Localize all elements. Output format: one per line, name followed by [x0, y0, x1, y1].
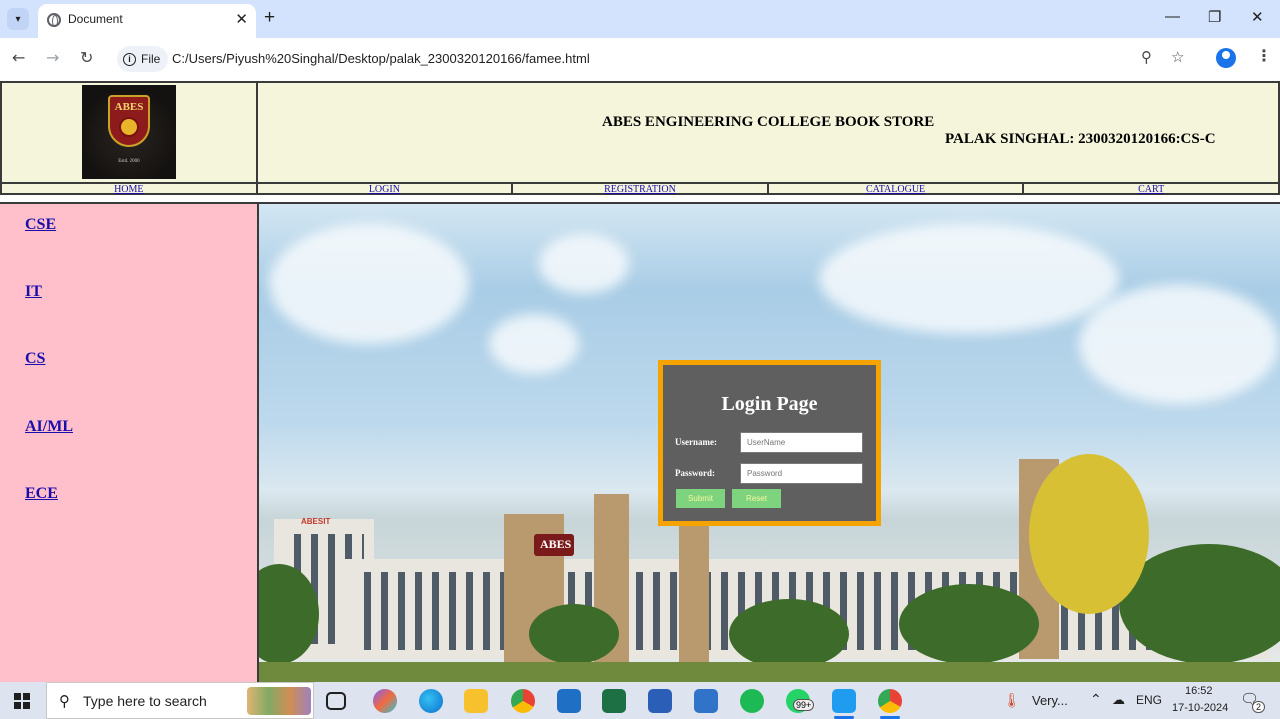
- nav-link-cart[interactable]: CART: [1138, 184, 1164, 195]
- taskbar-search-box[interactable]: ⚲ Type here to search: [46, 682, 314, 719]
- cloud: [539, 234, 629, 294]
- yellow-tree: [1029, 454, 1149, 614]
- tree: [529, 604, 619, 664]
- tab-title: Document: [68, 12, 123, 26]
- student-info: PALAK SINGHAL: 2300320120166:CS-C: [945, 131, 1216, 147]
- bookmark-star-icon[interactable]: ☆: [1171, 48, 1184, 66]
- language-indicator[interactable]: ENG: [1136, 693, 1162, 707]
- nav-link-home[interactable]: HOME: [114, 184, 143, 195]
- submit-button[interactable]: Submit: [676, 489, 725, 508]
- tree: [729, 599, 849, 669]
- password-input[interactable]: Password: [740, 463, 863, 484]
- cloud: [489, 314, 579, 374]
- word-icon[interactable]: [648, 689, 672, 713]
- nav-cell-registration: REGISTRATION: [513, 184, 769, 195]
- taskbar-search-placeholder: Type here to search: [83, 693, 207, 709]
- cloud: [269, 224, 469, 344]
- reload-icon[interactable]: ↻: [80, 48, 93, 67]
- logo-text: ABES: [114, 101, 144, 113]
- copilot-icon[interactable]: [373, 689, 397, 713]
- task-view-icon[interactable]: [326, 692, 346, 710]
- login-form: Login Page Username: UserName Password: …: [658, 360, 881, 526]
- browser-tab-strip: ▾ Document ✕ + — ❐ ✕: [0, 0, 1280, 38]
- username-input[interactable]: UserName: [740, 432, 863, 453]
- address-bar[interactable]: i File C:/Users/Piyush%20Singhal/Desktop…: [113, 43, 1199, 75]
- tray-chevron-up-icon[interactable]: ⌃: [1090, 691, 1102, 708]
- cloud: [1079, 284, 1279, 404]
- building-tower: [679, 514, 709, 664]
- minimize-button[interactable]: —: [1165, 8, 1180, 25]
- web-page: ABES Estd. 2000 ABES ENGINEERING COLLEGE…: [0, 80, 1280, 682]
- cloud: [819, 224, 1119, 334]
- windows-start-icon[interactable]: [14, 693, 30, 709]
- branch-sidebar: CSE IT CS AI/ML ECE: [0, 202, 257, 682]
- back-arrow-icon[interactable]: ←: [12, 48, 25, 67]
- site-info-label: File: [141, 52, 161, 66]
- new-tab-button[interactable]: +: [264, 8, 275, 28]
- username-label: Username:: [675, 437, 717, 447]
- crest-shield-icon: ABES: [108, 95, 150, 147]
- window-close-button[interactable]: ✕: [1251, 8, 1264, 26]
- store-title: ABES ENGINEERING COLLEGE BOOK STORE: [602, 114, 935, 130]
- lawn: [259, 662, 1280, 682]
- logo-cell: ABES Estd. 2000: [2, 83, 258, 182]
- sun-emblem-icon: [119, 117, 139, 137]
- spotify-icon[interactable]: [740, 689, 764, 713]
- sidebar-link-it[interactable]: IT: [25, 283, 42, 301]
- nav-link-login[interactable]: LOGIN: [369, 184, 400, 195]
- search-highlight-image: [247, 687, 311, 715]
- weather-icon[interactable]: 🌡: [1003, 692, 1021, 709]
- site-info-chip[interactable]: i File: [117, 46, 169, 72]
- title-cell: ABES ENGINEERING COLLEGE BOOK STORE PALA…: [258, 83, 1278, 182]
- menu-kebab-icon[interactable]: ⋮: [1256, 46, 1272, 65]
- college-logo: ABES Estd. 2000: [82, 85, 176, 179]
- sidebar-link-ece[interactable]: ECE: [25, 485, 58, 503]
- tab-close-icon[interactable]: ✕: [235, 10, 248, 28]
- nav-cell-cart: CART: [1024, 184, 1278, 195]
- sidebar-link-aiml[interactable]: AI/ML: [25, 418, 73, 436]
- url-text[interactable]: C:/Users/Piyush%20Singhal/Desktop/palak_…: [172, 51, 590, 66]
- edge-icon[interactable]: [419, 689, 443, 713]
- nav-link-registration[interactable]: REGISTRATION: [604, 184, 676, 195]
- forward-arrow-icon[interactable]: →: [46, 48, 59, 67]
- browser-tab[interactable]: Document ✕: [38, 4, 256, 38]
- password-label: Password:: [675, 468, 715, 478]
- tree: [899, 584, 1039, 664]
- login-title: Login Page: [721, 393, 818, 415]
- chrome-active-icon[interactable]: [878, 689, 902, 713]
- clock-time[interactable]: 16:52: [1185, 685, 1213, 697]
- nav-row: HOME LOGIN REGISTRATION CATALOGUE CART: [2, 182, 1278, 195]
- vscode-icon[interactable]: [832, 689, 856, 713]
- profile-avatar-icon[interactable]: [1216, 48, 1236, 68]
- globe-icon: [47, 13, 61, 27]
- zoom-icon[interactable]: ⚲: [1141, 48, 1152, 66]
- info-icon: i: [123, 52, 136, 66]
- maximize-button[interactable]: ❐: [1208, 8, 1221, 26]
- clock-date[interactable]: 17-10-2024: [1172, 702, 1228, 714]
- windows-taskbar: ⚲ Type here to search 99+ 🌡 Very... ⌃ ☁ …: [0, 682, 1280, 719]
- building-sign-abes: ABES: [540, 537, 572, 551]
- reset-button[interactable]: Reset: [732, 489, 781, 508]
- chrome-icon[interactable]: [511, 689, 535, 713]
- whatsapp-badge: 99+: [793, 699, 815, 711]
- network-icon[interactable]: ☁: [1112, 692, 1125, 708]
- nav-cell-login: LOGIN: [258, 184, 514, 195]
- logo-est: Estd. 2000: [118, 159, 140, 164]
- sidebar-link-cs[interactable]: CS: [25, 350, 45, 368]
- search-icon: ⚲: [59, 692, 70, 710]
- file-explorer-icon[interactable]: [464, 689, 488, 713]
- nav-cell-catalogue: CATALOGUE: [769, 184, 1025, 195]
- browser-toolbar: ← → ↻ i File C:/Users/Piyush%20Singhal/D…: [0, 38, 1280, 80]
- weather-text[interactable]: Very...: [1032, 693, 1068, 708]
- mail-icon[interactable]: [557, 689, 581, 713]
- nav-cell-home: HOME: [2, 184, 258, 195]
- microsoft-store-icon[interactable]: [694, 689, 718, 713]
- sidebar-link-cse[interactable]: CSE: [25, 216, 56, 234]
- tab-search-button[interactable]: ▾: [7, 8, 29, 30]
- nav-link-catalogue[interactable]: CATALOGUE: [866, 184, 925, 195]
- building-sign-abesit: ABESIT: [301, 517, 331, 526]
- notification-count: 2: [1252, 701, 1266, 713]
- header-table: ABES Estd. 2000 ABES ENGINEERING COLLEGE…: [0, 81, 1280, 195]
- excel-icon[interactable]: [602, 689, 626, 713]
